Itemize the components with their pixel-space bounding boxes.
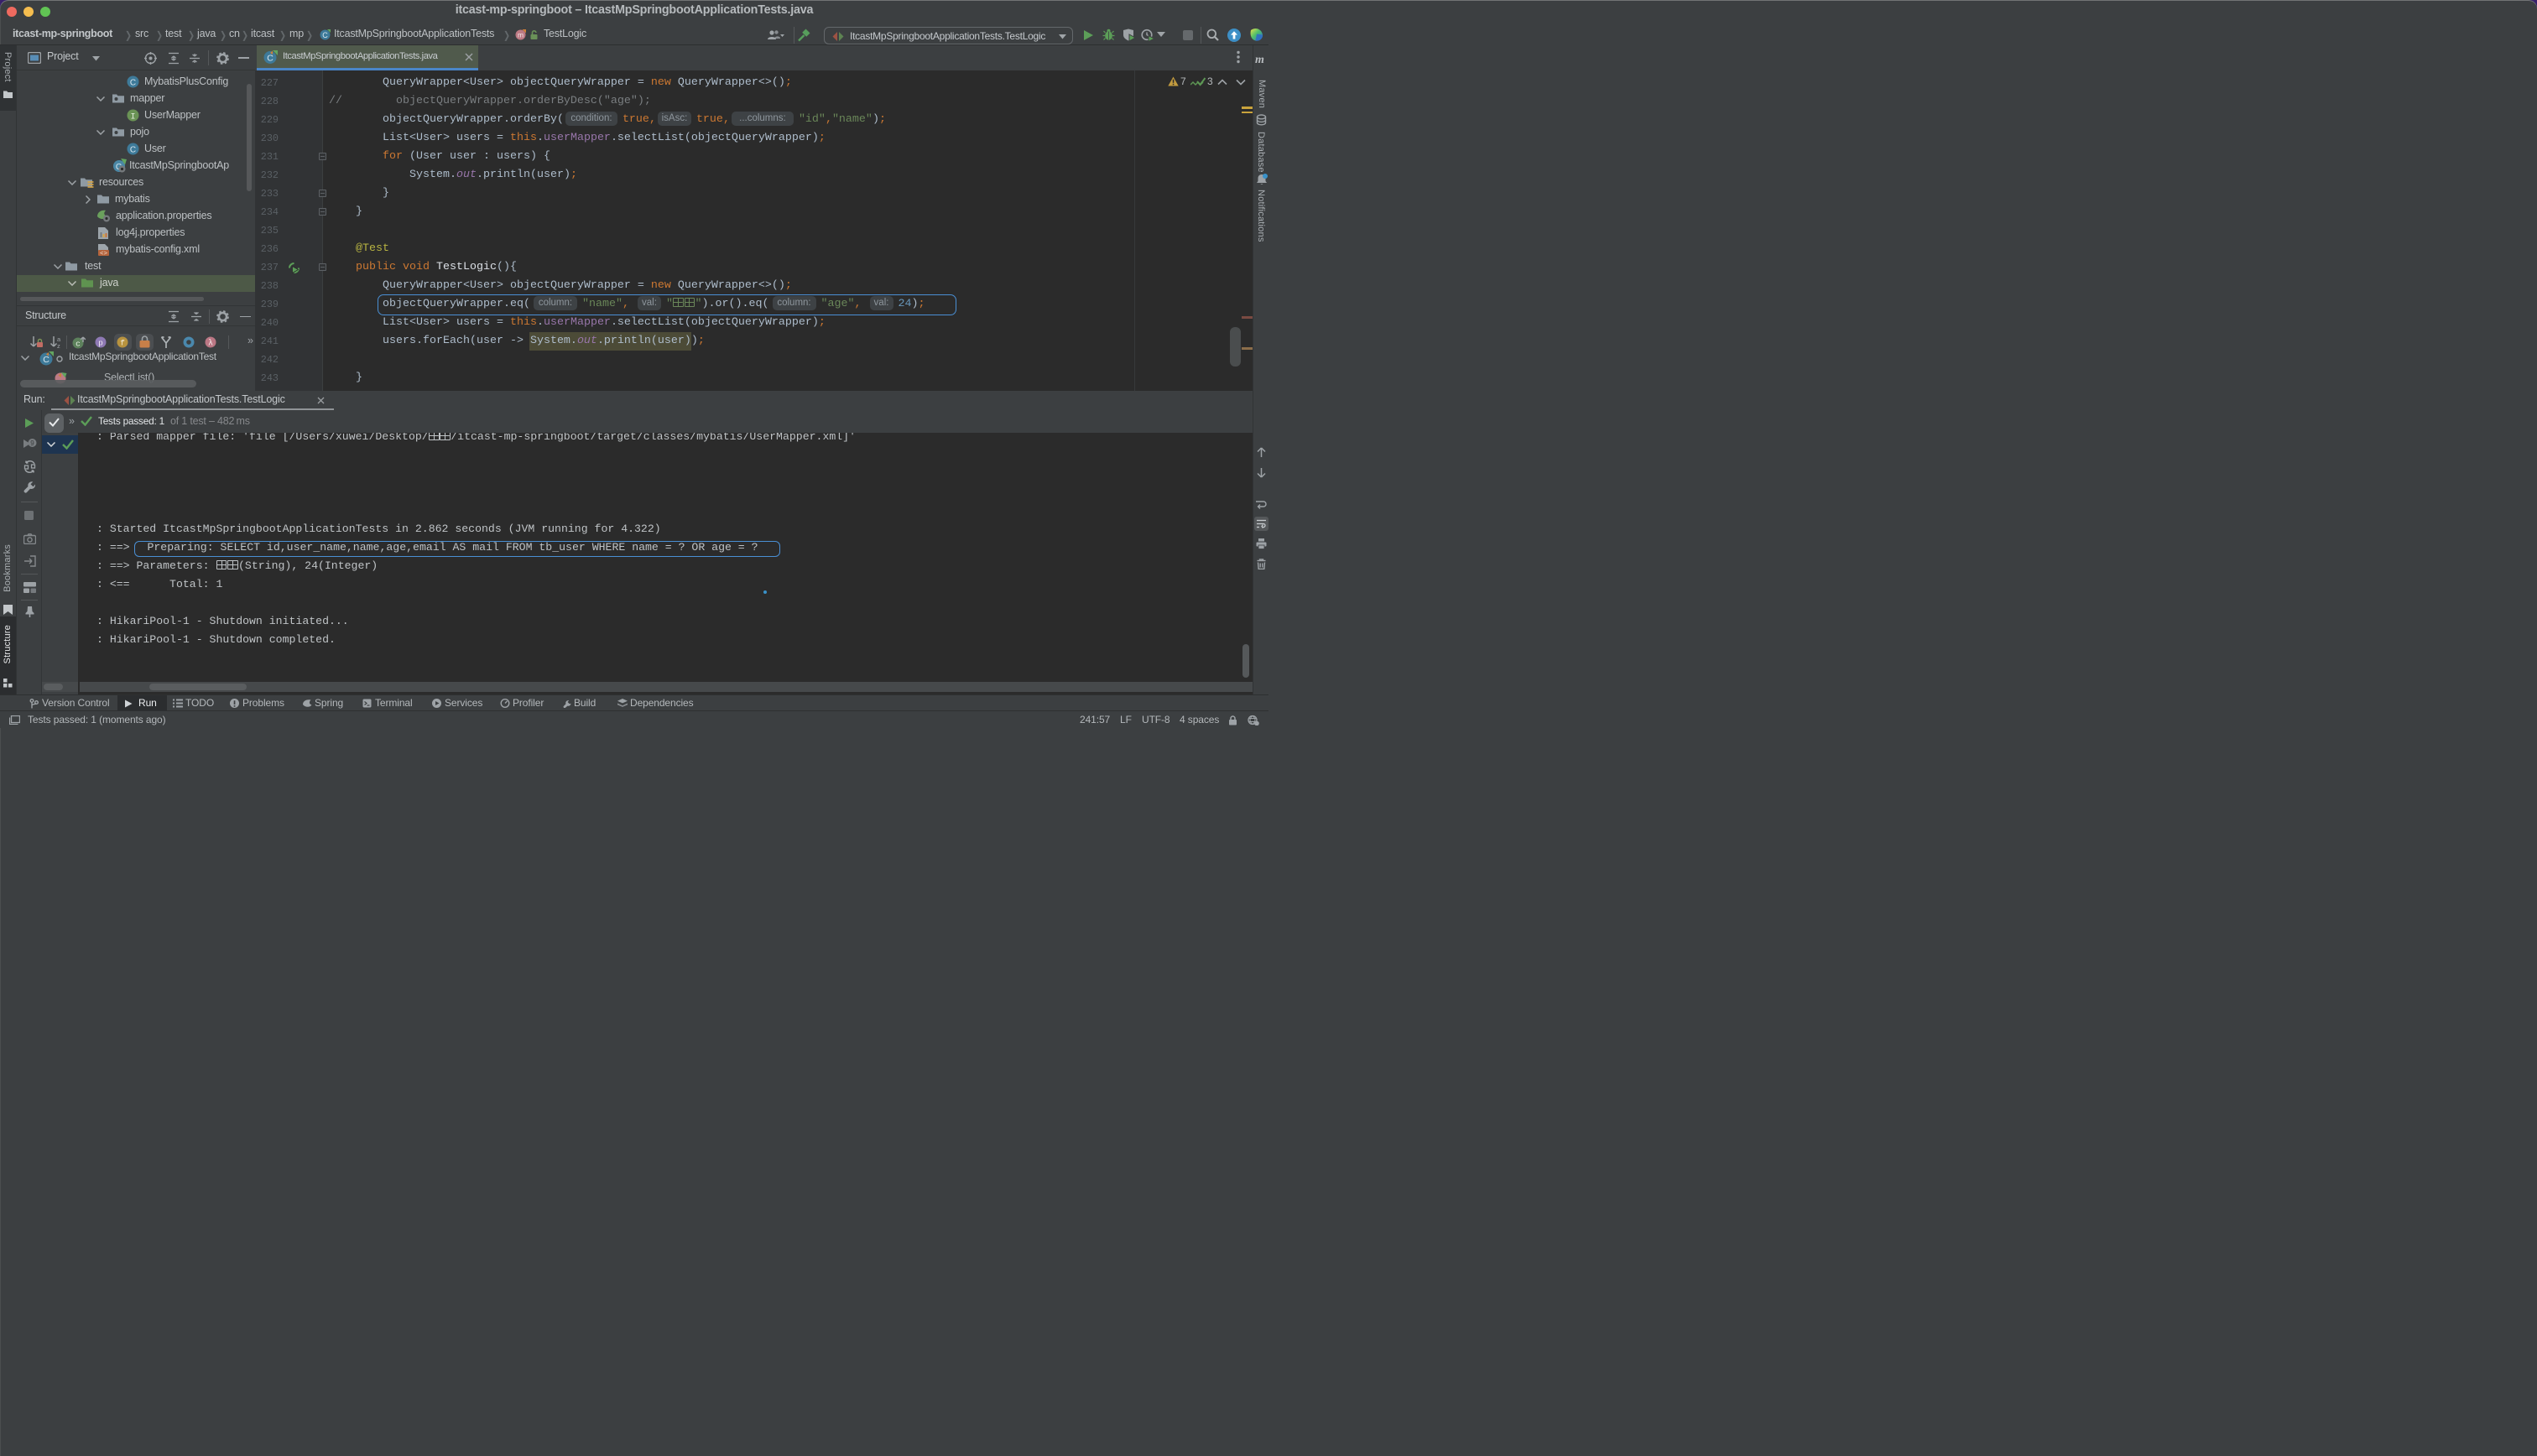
svg-text:m: m — [518, 31, 524, 39]
svg-text:C: C — [130, 146, 136, 155]
svg-text:I: I — [130, 113, 135, 122]
svg-text:C: C — [43, 355, 49, 365]
svg-text:C: C — [267, 54, 273, 64]
svg-text:C: C — [322, 31, 328, 39]
svg-text:z: z — [57, 342, 60, 349]
svg-text:C: C — [130, 79, 136, 88]
svg-text:9: 9 — [30, 439, 34, 447]
svg-text:<>: <> — [100, 251, 108, 256]
svg-text:λ: λ — [209, 339, 213, 348]
svg-text:p: p — [98, 339, 103, 348]
svg-text:c: c — [76, 340, 81, 349]
svg-text:f: f — [120, 339, 125, 348]
